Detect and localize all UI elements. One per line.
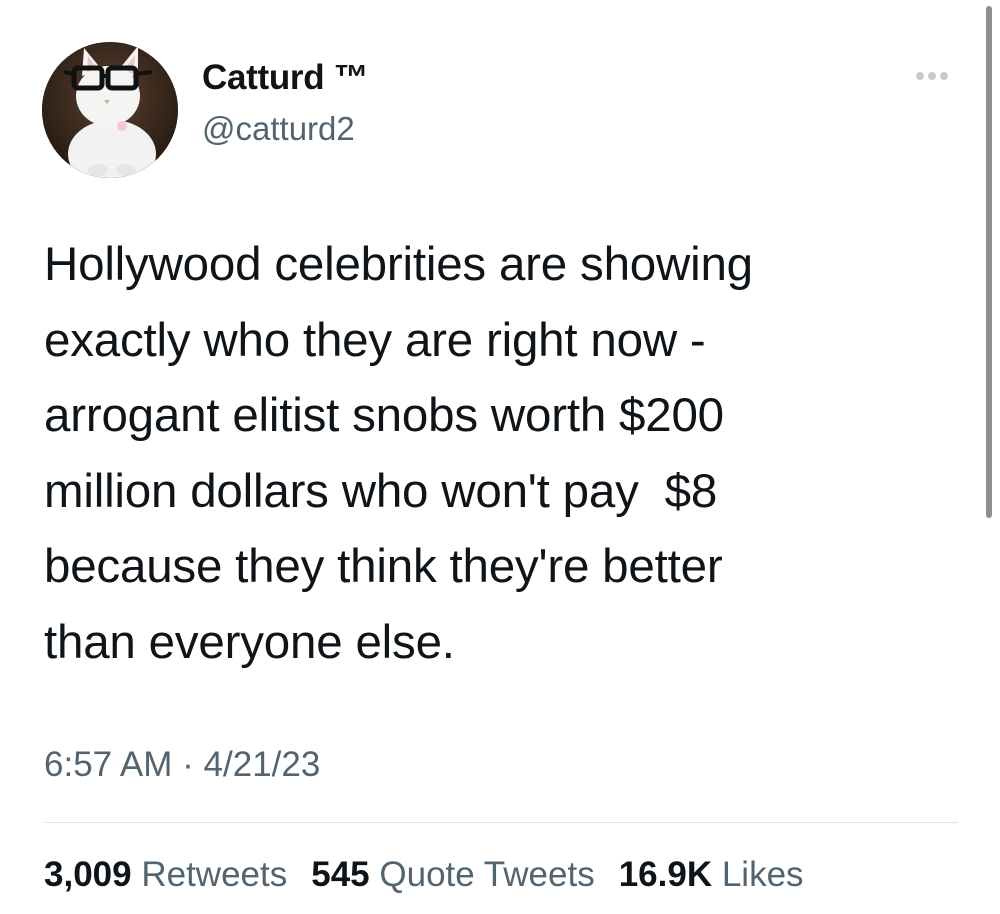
quote-tweets-label: Quote Tweets <box>379 855 595 894</box>
meta-separator: · <box>182 745 194 784</box>
likes-label: Likes <box>721 855 804 894</box>
tweet-time[interactable]: 6:57 AM <box>44 745 172 784</box>
quote-tweets-stat[interactable]: 545 Quote Tweets <box>311 852 594 898</box>
tweet-timestamp[interactable]: 6:57 AM · 4/21/23 <box>44 742 320 788</box>
engagement-stats: 3,009 Retweets 545 Quote Tweets 16.9K Li… <box>44 852 804 898</box>
tweet-text: Hollywood celebrities are showing exactl… <box>44 238 753 669</box>
retweets-count: 3,009 <box>44 855 132 894</box>
retweets-label: Retweets <box>141 855 288 894</box>
divider <box>44 822 958 823</box>
avatar[interactable] <box>42 42 178 178</box>
tweet-card: Catturd ™ @catturd2 Hollywood celebritie… <box>0 0 1000 914</box>
more-horizontal-icon <box>916 72 924 80</box>
more-options-button[interactable] <box>908 62 956 90</box>
display-name[interactable]: Catturd ™ <box>202 56 369 100</box>
avatar-image <box>42 42 178 178</box>
tweet-date[interactable]: 4/21/23 <box>204 745 321 784</box>
retweets-stat[interactable]: 3,009 Retweets <box>44 852 287 898</box>
likes-stat[interactable]: 16.9K Likes <box>619 852 804 898</box>
scrollbar[interactable] <box>986 6 992 518</box>
more-horizontal-icon-dot <box>940 72 948 80</box>
user-handle[interactable]: @catturd2 <box>202 108 355 150</box>
likes-count: 16.9K <box>618 855 713 894</box>
quote-tweets-count: 545 <box>311 855 370 894</box>
more-horizontal-icon-dot <box>928 72 936 80</box>
